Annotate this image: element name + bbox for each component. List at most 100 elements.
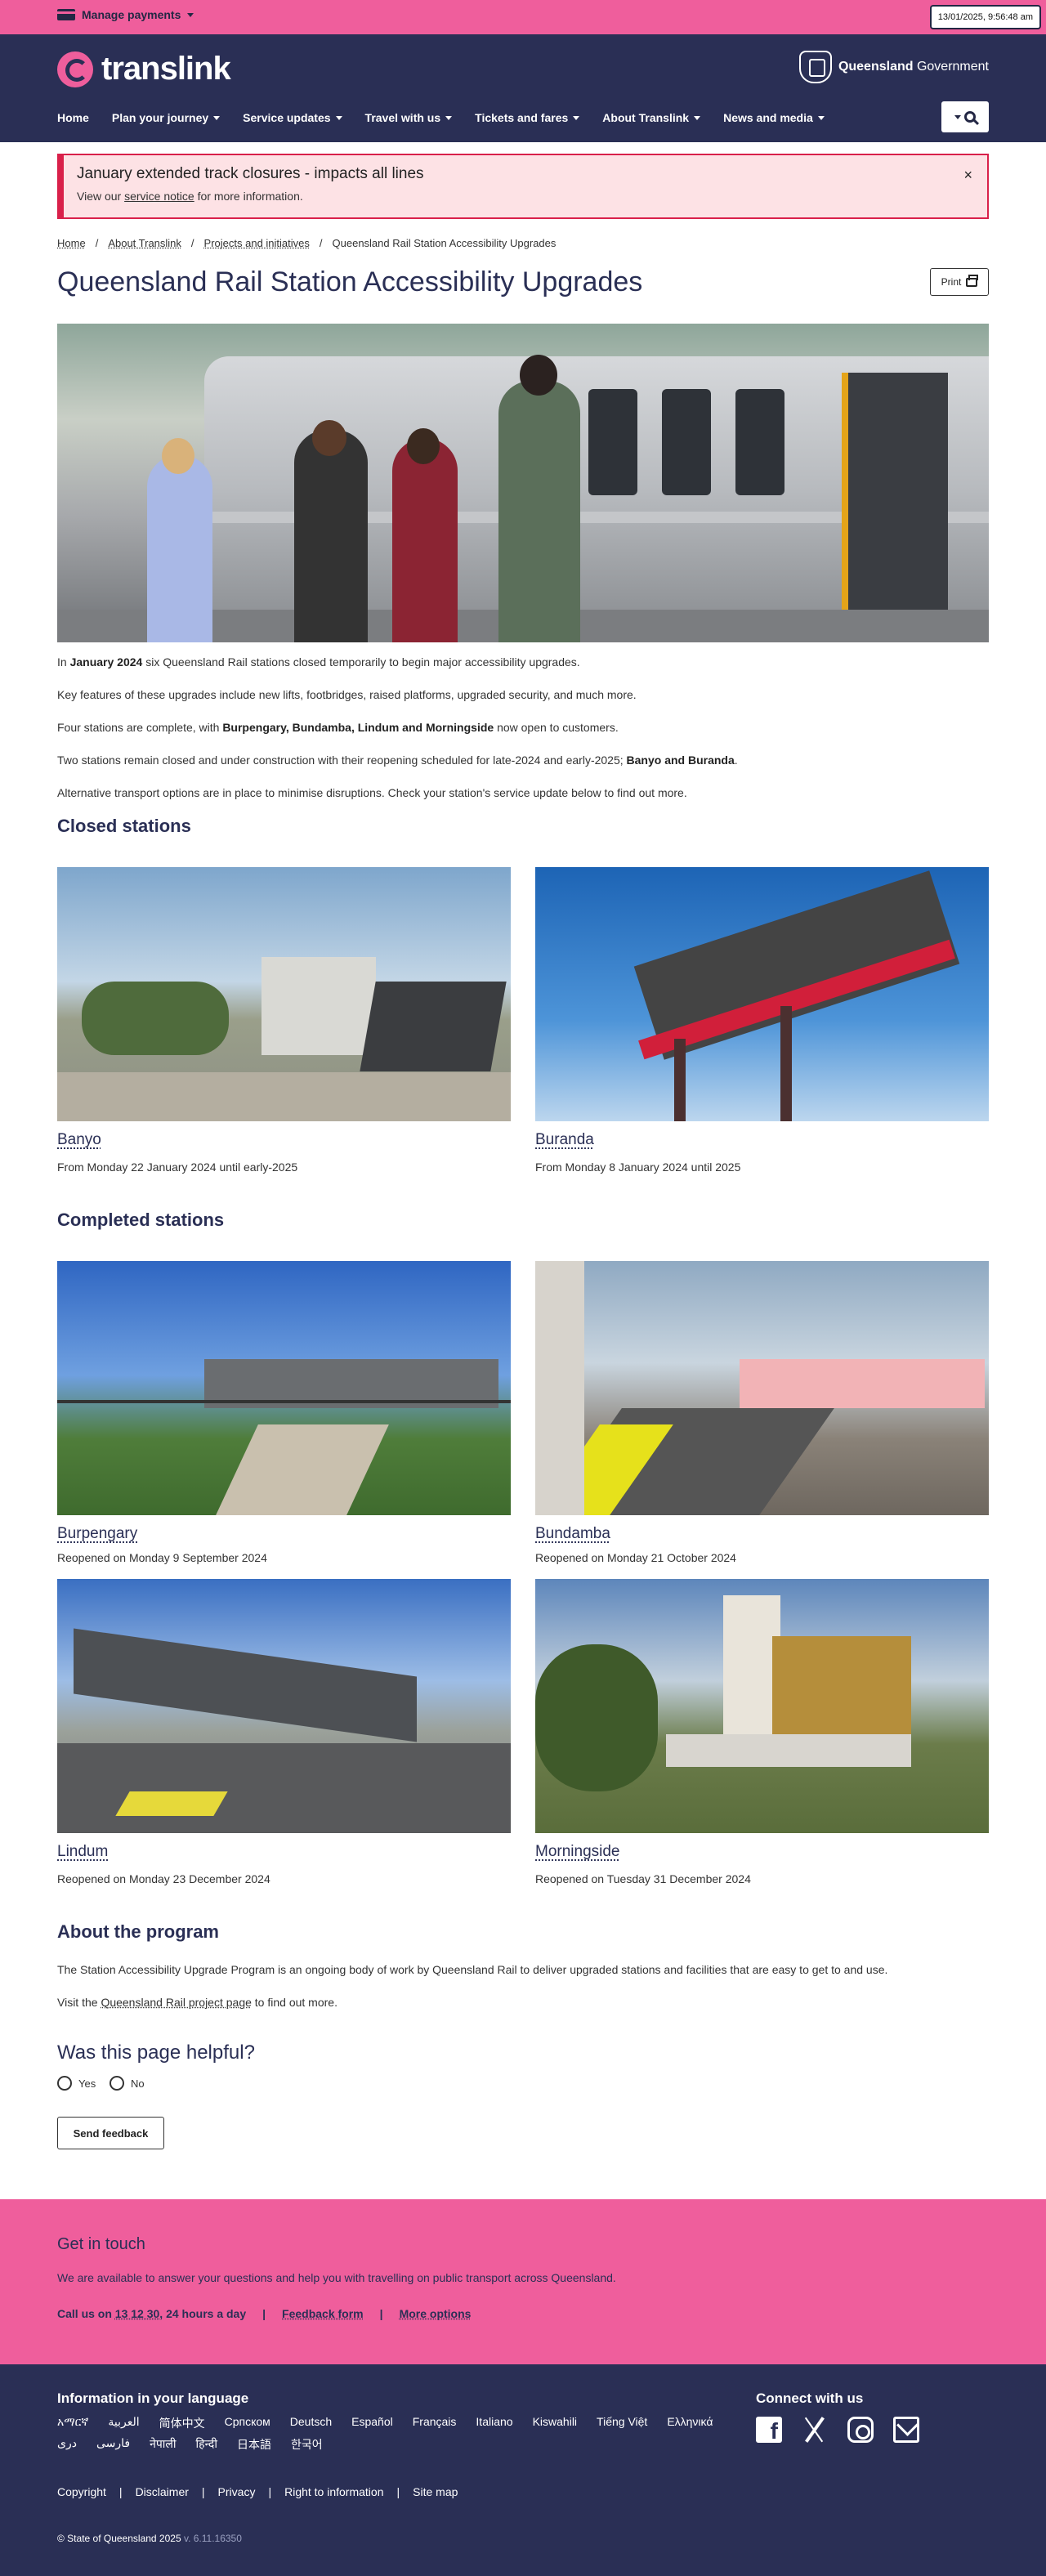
nav-tickets-and-fares[interactable]: Tickets and fares	[475, 111, 580, 124]
station-date: Reopened on Tuesday 31 December 2024	[535, 1872, 751, 1885]
breadcrumb-about-translink[interactable]: About Translink	[108, 237, 181, 249]
breadcrumb-home[interactable]: Home	[57, 237, 86, 249]
station-link-buranda[interactable]: Buranda	[535, 1131, 594, 1149]
logo-text: translink	[101, 51, 231, 87]
connect-heading: Connect with us	[756, 2390, 864, 2406]
site-header: translink Queensland Government Home Pla…	[0, 34, 1046, 142]
station-image	[535, 867, 989, 1121]
translink-logo[interactable]: translink	[57, 51, 231, 87]
station-link-bundamba[interactable]: Bundamba	[535, 1525, 610, 1543]
radio-circle[interactable]	[110, 2076, 124, 2091]
station-date: Reopened on Monday 21 October 2024	[535, 1551, 736, 1564]
language-link[interactable]: 日本語	[237, 2436, 271, 2453]
text: now open to customers.	[494, 721, 619, 734]
radio-no[interactable]: No	[110, 2076, 145, 2091]
feedback-heading: Was this page helpful?	[57, 2042, 255, 2064]
language-link[interactable]: Ελληνικά	[667, 2415, 713, 2431]
more-options-link[interactable]: More options	[400, 2307, 472, 2320]
breadcrumb-separator: /	[319, 237, 323, 249]
nav-travel-with-us[interactable]: Travel with us	[365, 111, 453, 124]
language-link[interactable]: العربية	[108, 2415, 139, 2431]
footer-link-site-map[interactable]: Site map	[413, 2485, 458, 2498]
print-label: Print	[941, 276, 962, 288]
station-link-morningside[interactable]: Morningside	[535, 1843, 620, 1861]
manage-payments-menu[interactable]: Manage payments	[57, 8, 194, 21]
gov-bold: Queensland	[838, 60, 914, 74]
text: In	[57, 655, 70, 669]
radio-circle[interactable]	[57, 2076, 72, 2091]
station-link-lindum[interactable]: Lindum	[57, 1843, 108, 1861]
station-image	[57, 867, 511, 1121]
chevron-down-icon	[187, 12, 194, 17]
station-card-burpengary: Burpengary Reopened on Monday 9 Septembe…	[57, 1261, 511, 1564]
separator: |	[262, 2307, 266, 2320]
footer-link-disclaimer[interactable]: Disclaimer	[136, 2485, 189, 2498]
main-nav: Home Plan your journey Service updates T…	[57, 100, 825, 136]
closed-stations-heading: Closed stations	[57, 816, 191, 836]
language-link[interactable]: Español	[351, 2415, 393, 2431]
station-date: From Monday 8 January 2024 until 2025	[535, 1161, 741, 1174]
feedback-form-link[interactable]: Feedback form	[282, 2307, 364, 2320]
language-link[interactable]: Tiếng Việt	[597, 2415, 647, 2431]
footer-link-privacy[interactable]: Privacy	[218, 2485, 256, 2498]
text-bold: January 2024	[69, 655, 143, 669]
station-link-banyo[interactable]: Banyo	[57, 1131, 101, 1149]
card-icon	[57, 9, 75, 20]
send-feedback-button[interactable]: Send feedback	[57, 2117, 164, 2149]
language-link[interactable]: Deutsch	[290, 2415, 332, 2431]
radio-yes[interactable]: Yes	[57, 2076, 96, 2091]
language-link[interactable]: नेपाली	[150, 2436, 176, 2453]
facebook-icon[interactable]	[756, 2417, 782, 2444]
language-link[interactable]: دری	[57, 2436, 77, 2453]
alert-banner: January extended track closures - impact…	[57, 154, 989, 219]
nav-about-translink[interactable]: About Translink	[602, 111, 701, 124]
text-bold: Burpengary, Bundamba, Lindum and Morning…	[222, 721, 494, 734]
text: Call us on	[57, 2307, 115, 2320]
queensland-government-logo[interactable]: Queensland Government	[798, 51, 989, 83]
queensland-rail-project-link[interactable]: Queensland Rail project page	[101, 1996, 251, 2009]
alert-text-before: View our	[77, 190, 125, 203]
breadcrumb-current: Queensland Rail Station Accessibility Up…	[332, 237, 557, 249]
about-heading: About the program	[57, 1921, 219, 1942]
service-notice-link[interactable]: service notice	[124, 190, 194, 203]
language-link[interactable]: Français	[413, 2415, 457, 2431]
language-link[interactable]: Српском	[225, 2415, 270, 2431]
language-link[interactable]: فارسی	[96, 2436, 130, 2453]
station-link-burpengary[interactable]: Burpengary	[57, 1525, 137, 1543]
breadcrumb-separator: /	[190, 237, 194, 249]
phone-link[interactable]: 13 12 30	[115, 2307, 160, 2320]
station-image	[57, 1579, 511, 1833]
language-link[interactable]: Kiswahili	[533, 2415, 577, 2431]
intro-paragraph-5: Alternative transport options are in pla…	[57, 786, 687, 799]
timestamp: 13/01/2025, 9:56:48 am	[929, 5, 1041, 29]
close-icon[interactable]: ×	[963, 167, 972, 184]
nav-service-updates[interactable]: Service updates	[243, 111, 342, 124]
station-card-bundamba: Bundamba Reopened on Monday 21 October 2…	[535, 1261, 989, 1564]
footer-link-copyright[interactable]: Copyright	[57, 2485, 106, 2498]
chevron-down-icon	[817, 115, 825, 120]
station-card-buranda: Buranda From Monday 8 January 2024 until…	[535, 867, 989, 1174]
manage-payments-label: Manage payments	[82, 8, 181, 21]
language-link[interactable]: Italiano	[476, 2415, 512, 2431]
intro-paragraph-1: In January 2024 six Queensland Rail stat…	[57, 655, 580, 669]
nav-plan-your-journey[interactable]: Plan your journey	[112, 111, 221, 124]
language-link[interactable]: 简体中文	[159, 2415, 205, 2431]
utility-bar: Manage payments 13/01/2025, 9:56:48 am	[0, 0, 1046, 34]
nav-news-and-media[interactable]: News and media	[723, 111, 825, 124]
nav-home[interactable]: Home	[57, 111, 89, 124]
email-icon[interactable]	[893, 2417, 919, 2443]
version-text: v. 6.11.16350	[181, 2533, 242, 2544]
breadcrumb-projects[interactable]: Projects and initiatives	[204, 237, 310, 249]
about-paragraph-2: Visit the Queensland Rail project page t…	[57, 1996, 337, 2009]
footer-link-right-to-information[interactable]: Right to information	[284, 2485, 383, 2498]
language-link[interactable]: አማርኛ	[57, 2415, 88, 2431]
search-button[interactable]	[941, 101, 989, 132]
language-link[interactable]: हिन्दी	[196, 2436, 217, 2453]
about-paragraph-1: The Station Accessibility Upgrade Progra…	[57, 1963, 888, 1976]
instagram-icon[interactable]	[847, 2417, 874, 2443]
intro-paragraph-3: Four stations are complete, with Burpeng…	[57, 721, 619, 734]
gov-rest: Government	[913, 60, 989, 74]
x-twitter-icon[interactable]	[802, 2417, 828, 2443]
language-link[interactable]: 한국어	[291, 2436, 323, 2453]
print-button[interactable]: Print	[930, 268, 989, 296]
